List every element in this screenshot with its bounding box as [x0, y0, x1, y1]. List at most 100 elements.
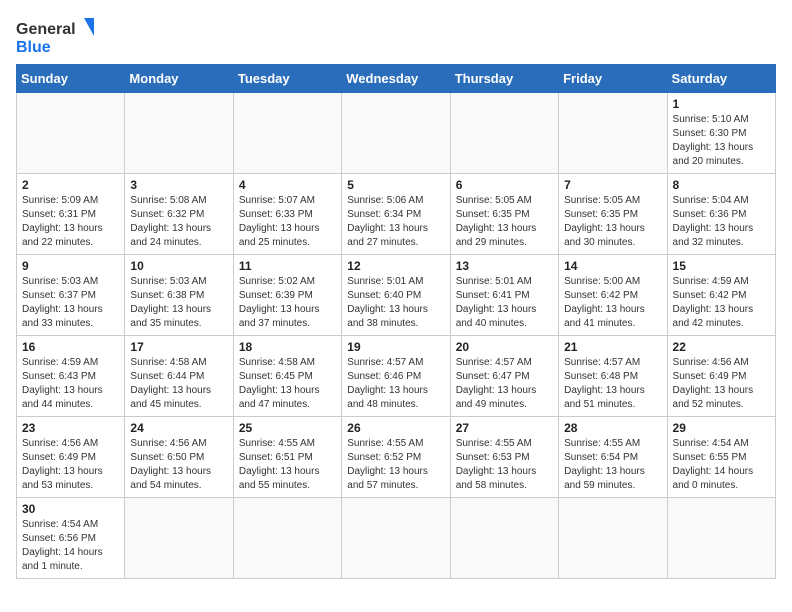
day-info: Sunrise: 5:09 AM Sunset: 6:31 PM Dayligh… [22, 194, 119, 250]
calendar-cell [559, 93, 667, 174]
day-info: Sunrise: 5:07 AM Sunset: 6:33 PM Dayligh… [239, 194, 336, 250]
calendar-body: 1 Sunrise: 5:10 AM Sunset: 6:30 PM Daylig… [17, 93, 776, 579]
day-info: Sunrise: 4:57 AM Sunset: 6:46 PM Dayligh… [347, 356, 444, 412]
day-number: 24 [130, 421, 227, 435]
calendar-cell: 27 Sunrise: 4:55 AM Sunset: 6:53 PM Dayli… [450, 417, 558, 498]
calendar-week-4: 16Sunrise: 4:59 AM Sunset: 6:43 PM Dayli… [17, 336, 776, 417]
calendar-cell: 20 Sunrise: 4:57 AM Sunset: 6:47 PM Dayli… [450, 336, 558, 417]
day-number: 10 [130, 259, 227, 273]
day-info: Sunrise: 4:58 AM Sunset: 6:44 PM Dayligh… [130, 356, 227, 412]
calendar-cell: 25Sunrise: 4:55 AM Sunset: 6:51 PM Dayli… [233, 417, 341, 498]
day-number: 17 [130, 340, 227, 354]
day-info: Sunrise: 4:55 AM Sunset: 6:54 PM Dayligh… [564, 437, 661, 493]
day-info: Sunrise: 5:10 AM Sunset: 6:30 PM Dayligh… [673, 113, 770, 169]
calendar-cell [233, 93, 341, 174]
calendar-cell: 7 Sunrise: 5:05 AM Sunset: 6:35 PM Daylig… [559, 174, 667, 255]
calendar-cell: 17 Sunrise: 4:58 AM Sunset: 6:44 PM Dayli… [125, 336, 233, 417]
calendar-cell: 24 Sunrise: 4:56 AM Sunset: 6:50 PM Dayli… [125, 417, 233, 498]
calendar-cell: 23 Sunrise: 4:56 AM Sunset: 6:49 PM Dayli… [17, 417, 125, 498]
weekday-header-wednesday: Wednesday [342, 65, 450, 93]
weekday-header-friday: Friday [559, 65, 667, 93]
page-header: GeneralBlue [16, 16, 776, 56]
calendar-cell [125, 93, 233, 174]
day-info: Sunrise: 5:01 AM Sunset: 6:40 PM Dayligh… [347, 275, 444, 331]
calendar-cell [450, 93, 558, 174]
day-number: 9 [22, 259, 119, 273]
day-number: 20 [456, 340, 553, 354]
day-number: 26 [347, 421, 444, 435]
calendar-cell: 10 Sunrise: 5:03 AM Sunset: 6:38 PM Dayli… [125, 255, 233, 336]
calendar-cell [233, 498, 341, 579]
day-info: Sunrise: 4:54 AM Sunset: 6:55 PM Dayligh… [673, 437, 770, 493]
day-info: Sunrise: 4:55 AM Sunset: 6:53 PM Dayligh… [456, 437, 553, 493]
day-number: 4 [239, 178, 336, 192]
day-info: Sunrise: 5:03 AM Sunset: 6:37 PM Dayligh… [22, 275, 119, 331]
day-number: 8 [673, 178, 770, 192]
calendar-cell: 4 Sunrise: 5:07 AM Sunset: 6:33 PM Daylig… [233, 174, 341, 255]
day-info: Sunrise: 4:59 AM Sunset: 6:42 PM Dayligh… [673, 275, 770, 331]
day-info: Sunrise: 4:56 AM Sunset: 6:49 PM Dayligh… [22, 437, 119, 493]
day-number: 13 [456, 259, 553, 273]
calendar-cell [125, 498, 233, 579]
calendar-cell: 14 Sunrise: 5:00 AM Sunset: 6:42 PM Dayli… [559, 255, 667, 336]
day-info: Sunrise: 4:57 AM Sunset: 6:47 PM Dayligh… [456, 356, 553, 412]
weekday-header-saturday: Saturday [667, 65, 775, 93]
day-number: 18 [239, 340, 336, 354]
svg-text:General: General [16, 21, 76, 38]
calendar-cell [667, 498, 775, 579]
day-info: Sunrise: 5:01 AM Sunset: 6:41 PM Dayligh… [456, 275, 553, 331]
day-info: Sunrise: 5:05 AM Sunset: 6:35 PM Dayligh… [456, 194, 553, 250]
calendar-cell: 29Sunrise: 4:54 AM Sunset: 6:55 PM Dayli… [667, 417, 775, 498]
calendar-cell: 22Sunrise: 4:56 AM Sunset: 6:49 PM Dayli… [667, 336, 775, 417]
day-info: Sunrise: 4:55 AM Sunset: 6:52 PM Dayligh… [347, 437, 444, 493]
day-number: 12 [347, 259, 444, 273]
logo: GeneralBlue [16, 16, 96, 56]
calendar-cell: 6 Sunrise: 5:05 AM Sunset: 6:35 PM Daylig… [450, 174, 558, 255]
weekday-header-row: SundayMondayTuesdayWednesdayThursdayFrid… [17, 65, 776, 93]
logo-icon: GeneralBlue [16, 16, 96, 56]
calendar-cell: 16Sunrise: 4:59 AM Sunset: 6:43 PM Dayli… [17, 336, 125, 417]
calendar-cell: 9 Sunrise: 5:03 AM Sunset: 6:37 PM Daylig… [17, 255, 125, 336]
day-info: Sunrise: 5:05 AM Sunset: 6:35 PM Dayligh… [564, 194, 661, 250]
day-info: Sunrise: 4:56 AM Sunset: 6:50 PM Dayligh… [130, 437, 227, 493]
calendar-cell: 15 Sunrise: 4:59 AM Sunset: 6:42 PM Dayli… [667, 255, 775, 336]
calendar-cell: 8 Sunrise: 5:04 AM Sunset: 6:36 PM Daylig… [667, 174, 775, 255]
calendar-cell [342, 498, 450, 579]
calendar-cell: 18 Sunrise: 4:58 AM Sunset: 6:45 PM Dayli… [233, 336, 341, 417]
day-info: Sunrise: 4:54 AM Sunset: 6:56 PM Dayligh… [22, 518, 119, 574]
calendar-cell [559, 498, 667, 579]
day-info: Sunrise: 5:08 AM Sunset: 6:32 PM Dayligh… [130, 194, 227, 250]
day-number: 7 [564, 178, 661, 192]
day-info: Sunrise: 5:06 AM Sunset: 6:34 PM Dayligh… [347, 194, 444, 250]
day-number: 27 [456, 421, 553, 435]
calendar-cell: 11Sunrise: 5:02 AM Sunset: 6:39 PM Dayli… [233, 255, 341, 336]
day-info: Sunrise: 5:02 AM Sunset: 6:39 PM Dayligh… [239, 275, 336, 331]
day-number: 2 [22, 178, 119, 192]
weekday-header-thursday: Thursday [450, 65, 558, 93]
calendar-week-2: 2 Sunrise: 5:09 AM Sunset: 6:31 PM Daylig… [17, 174, 776, 255]
day-info: Sunrise: 4:55 AM Sunset: 6:51 PM Dayligh… [239, 437, 336, 493]
calendar-cell: 13 Sunrise: 5:01 AM Sunset: 6:41 PM Dayli… [450, 255, 558, 336]
calendar-cell: 5 Sunrise: 5:06 AM Sunset: 6:34 PM Daylig… [342, 174, 450, 255]
calendar-cell: 28Sunrise: 4:55 AM Sunset: 6:54 PM Dayli… [559, 417, 667, 498]
day-info: Sunrise: 5:03 AM Sunset: 6:38 PM Dayligh… [130, 275, 227, 331]
calendar-cell: 30Sunrise: 4:54 AM Sunset: 6:56 PM Dayli… [17, 498, 125, 579]
day-number: 21 [564, 340, 661, 354]
day-info: Sunrise: 4:58 AM Sunset: 6:45 PM Dayligh… [239, 356, 336, 412]
calendar-cell [450, 498, 558, 579]
day-number: 5 [347, 178, 444, 192]
day-number: 1 [673, 97, 770, 111]
day-number: 14 [564, 259, 661, 273]
weekday-header-tuesday: Tuesday [233, 65, 341, 93]
calendar-cell: 26 Sunrise: 4:55 AM Sunset: 6:52 PM Dayli… [342, 417, 450, 498]
day-number: 19 [347, 340, 444, 354]
day-info: Sunrise: 5:04 AM Sunset: 6:36 PM Dayligh… [673, 194, 770, 250]
day-info: Sunrise: 5:00 AM Sunset: 6:42 PM Dayligh… [564, 275, 661, 331]
calendar-table: SundayMondayTuesdayWednesdayThursdayFrid… [16, 64, 776, 579]
day-number: 23 [22, 421, 119, 435]
svg-text:Blue: Blue [16, 39, 51, 56]
calendar-cell: 2 Sunrise: 5:09 AM Sunset: 6:31 PM Daylig… [17, 174, 125, 255]
day-number: 6 [456, 178, 553, 192]
day-number: 15 [673, 259, 770, 273]
calendar-week-3: 9 Sunrise: 5:03 AM Sunset: 6:37 PM Daylig… [17, 255, 776, 336]
